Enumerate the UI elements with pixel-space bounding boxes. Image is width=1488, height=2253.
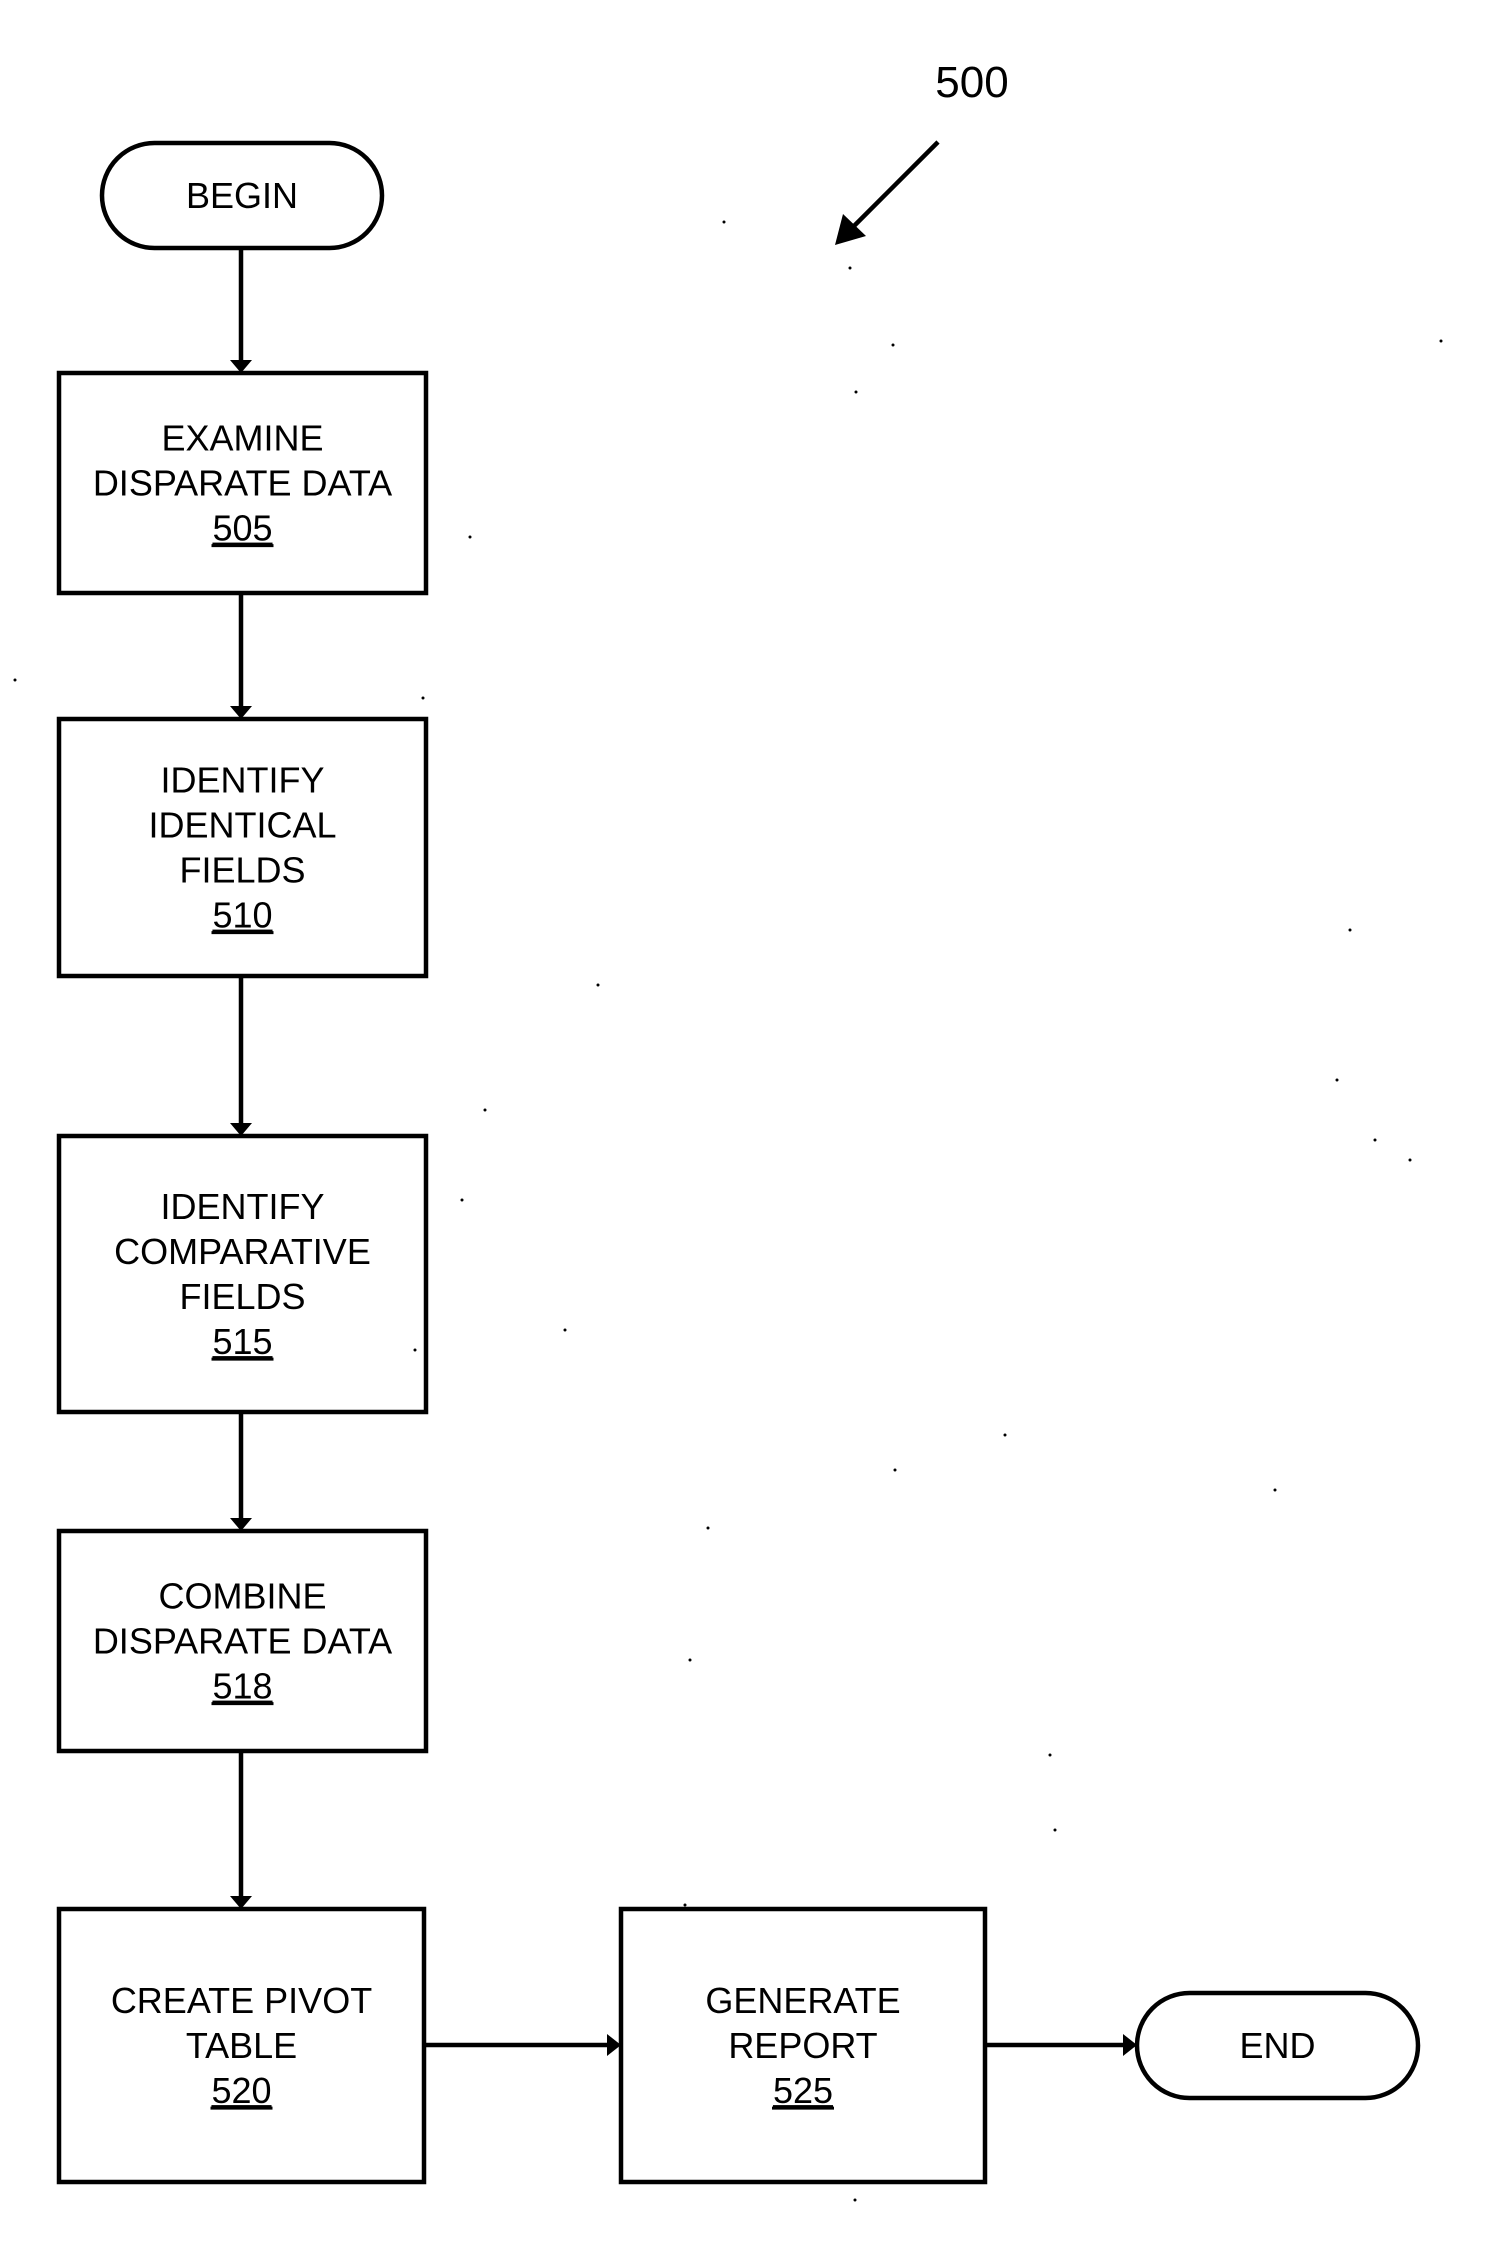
scan-speck xyxy=(1373,1138,1377,1142)
node-label-line: EXAMINE xyxy=(161,418,323,459)
reference-number: 515 xyxy=(212,1321,272,1362)
scan-speck xyxy=(722,220,726,224)
node-label-line: GENERATE xyxy=(705,1980,900,2021)
scan-speck xyxy=(1273,1488,1277,1492)
terminator-end: END xyxy=(1134,1990,1421,2101)
process-step-525: GENERATEREPORT525 xyxy=(618,1906,988,2185)
node-label-line: CREATE PIVOT xyxy=(111,1980,372,2021)
reference-number: 518 xyxy=(212,1666,272,1707)
process-step-510: IDENTIFYIDENTICALFIELDS510 xyxy=(56,716,429,979)
node-label-line: FIELDS xyxy=(179,1276,305,1317)
scan-speck xyxy=(1348,928,1352,932)
scan-speck xyxy=(460,1198,464,1202)
connector-arrow xyxy=(985,2034,1137,2056)
process-box xyxy=(56,1133,429,1415)
reference-number: 520 xyxy=(211,2070,271,2111)
scan-speck xyxy=(848,266,852,270)
node-label-line: COMPARATIVE xyxy=(114,1231,371,1272)
scan-speck xyxy=(1053,1828,1057,1832)
scan-speck xyxy=(483,1108,487,1112)
scan-speck xyxy=(13,678,17,682)
scan-speck xyxy=(683,1903,687,1907)
scan-speck xyxy=(563,1328,567,1332)
terminator-begin: BEGIN xyxy=(99,140,385,251)
node-label-line: DISPARATE DATA xyxy=(93,1621,392,1662)
node-label-line: END xyxy=(1239,2025,1315,2066)
scan-speck xyxy=(596,983,600,987)
nodes: BEGINEXAMINEDISPARATE DATA505IDENTIFYIDE… xyxy=(56,140,1421,2185)
connector-arrow xyxy=(230,248,252,373)
scan-speck xyxy=(706,1526,710,1530)
connector-arrow xyxy=(230,593,252,719)
node-label-line: IDENTICAL xyxy=(148,805,336,846)
reference-number: 510 xyxy=(212,895,272,936)
node-label-line: REPORT xyxy=(728,2025,877,2066)
process-step-505: EXAMINEDISPARATE DATA505 xyxy=(56,370,429,596)
node-label-line: TABLE xyxy=(186,2025,297,2066)
scan-speck xyxy=(891,343,895,347)
scan-speck xyxy=(853,2198,857,2202)
scan-speck xyxy=(688,1658,692,1662)
connector-arrow xyxy=(230,1751,252,1909)
connector-arrow xyxy=(230,976,252,1136)
scan-speck xyxy=(421,696,425,700)
scan-speck xyxy=(854,390,858,394)
scan-speck xyxy=(1408,1158,1412,1162)
connector-arrow xyxy=(230,1412,252,1531)
reference-number: 505 xyxy=(212,508,272,549)
scan-speck xyxy=(413,1348,417,1352)
scan-speck xyxy=(1335,1078,1339,1082)
node-label-line: BEGIN xyxy=(186,175,298,216)
node-label-line: COMBINE xyxy=(158,1576,326,1617)
reference-number: 525 xyxy=(773,2070,833,2111)
node-label-line: DISPARATE DATA xyxy=(93,463,392,504)
scan-speck xyxy=(893,1468,897,1472)
scan-speck xyxy=(1439,339,1443,343)
node-label-line: IDENTIFY xyxy=(160,1186,324,1227)
node-label-line: IDENTIFY xyxy=(160,760,324,801)
node-label-line: FIELDS xyxy=(179,850,305,891)
process-box xyxy=(56,716,429,979)
scan-speck xyxy=(1048,1753,1052,1757)
scan-speck xyxy=(1003,1433,1007,1437)
process-step-518: COMBINEDISPARATE DATA518 xyxy=(56,1528,429,1754)
connector-arrow xyxy=(424,2034,621,2056)
flowchart-diagram: 500 BEGINEXAMINEDISPARATE DATA505IDENTIF… xyxy=(13,58,1443,2202)
figure-label: 500 xyxy=(935,58,1008,107)
process-step-515: IDENTIFYCOMPARATIVEFIELDS515 xyxy=(56,1133,429,1415)
figure-pointer-arrow xyxy=(835,140,940,245)
process-step-520: CREATE PIVOTTABLE520 xyxy=(56,1906,427,2185)
scan-speck xyxy=(468,535,472,539)
